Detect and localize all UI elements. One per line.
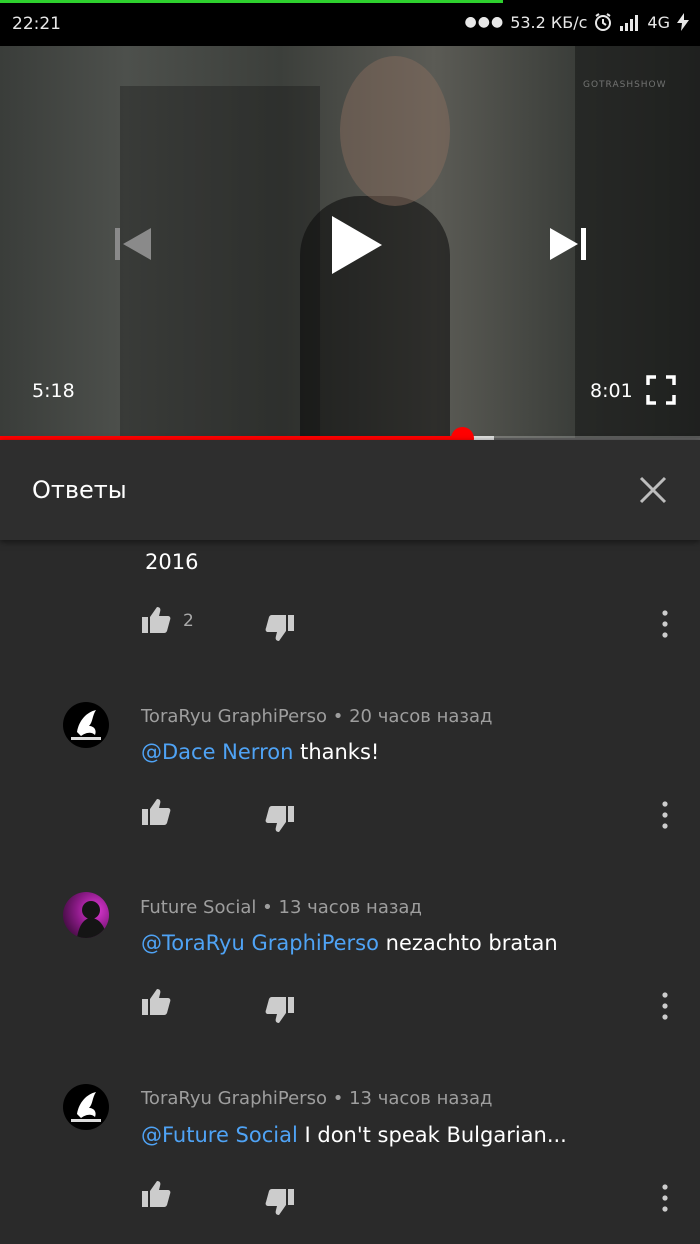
close-icon[interactable] bbox=[636, 473, 670, 507]
duration: 8:01 bbox=[590, 380, 633, 402]
hooded-figure-icon bbox=[77, 901, 107, 938]
more-options-icon[interactable] bbox=[660, 1183, 670, 1213]
like-icon[interactable] bbox=[140, 1178, 172, 1210]
comment-meta: ToraRyu GraphiPerso • 13 часов назад bbox=[141, 1088, 492, 1109]
comment-time: 13 часов назад bbox=[349, 1088, 493, 1109]
comment-text: 2016 bbox=[145, 550, 199, 574]
more-dots-icon: ●●● bbox=[464, 14, 505, 30]
like-icon[interactable] bbox=[140, 604, 172, 636]
status-icons: ●●● 53.2 КБ/с 4G bbox=[465, 12, 690, 32]
avatar[interactable] bbox=[63, 892, 109, 938]
comment-text: @ToraRyu GraphiPerso nezachto bratan bbox=[141, 931, 558, 955]
comment-body: nezachto bratan bbox=[378, 931, 558, 955]
more-options-icon[interactable] bbox=[660, 609, 670, 639]
comment-time: 20 часов назад bbox=[349, 706, 493, 727]
previous-icon[interactable] bbox=[113, 224, 153, 264]
like-count: 2 bbox=[183, 611, 194, 631]
more-options-icon[interactable] bbox=[660, 800, 670, 830]
dislike-icon[interactable] bbox=[264, 1186, 296, 1218]
meta-separator: • bbox=[262, 897, 273, 918]
comment-text: @Dace Nerron thanks! bbox=[141, 740, 379, 764]
replies-title: Ответы bbox=[32, 476, 127, 504]
play-icon[interactable] bbox=[328, 214, 384, 276]
status-time: 22:21 bbox=[12, 14, 61, 34]
meta-separator: • bbox=[332, 706, 344, 727]
video-player[interactable]: GOTRASHSHOW 5:18 8:01 bbox=[0, 46, 700, 438]
comment-body: thanks! bbox=[293, 740, 380, 764]
like-icon[interactable] bbox=[140, 986, 172, 1018]
current-time: 5:18 bbox=[32, 380, 75, 402]
video-frame-shape bbox=[340, 56, 450, 206]
next-icon[interactable] bbox=[548, 224, 588, 264]
more-options-icon[interactable] bbox=[660, 991, 670, 1021]
charging-icon bbox=[677, 13, 689, 31]
comment-time: 13 часов назад bbox=[278, 897, 422, 918]
video-watermark: GOTRASHSHOW bbox=[583, 80, 667, 90]
mention-link[interactable]: @Dace Nerron bbox=[141, 740, 293, 764]
mention-link[interactable]: @Future Social bbox=[141, 1123, 298, 1147]
mention-link[interactable]: @ToraRyu GraphiPerso bbox=[141, 931, 379, 955]
comment-author[interactable]: Future Social bbox=[140, 897, 256, 918]
alarm-icon bbox=[595, 13, 612, 31]
comment-author[interactable]: ToraRyu GraphiPerso bbox=[141, 1088, 327, 1109]
dislike-icon[interactable] bbox=[264, 612, 296, 644]
dragon-logo-icon bbox=[71, 1092, 101, 1122]
network-speed: 53.2 КБ/с bbox=[510, 12, 588, 32]
dislike-icon[interactable] bbox=[264, 803, 296, 835]
status-bar: 22:21 ●●● 53.2 КБ/с 4G bbox=[0, 0, 700, 46]
network-type: 4G bbox=[647, 12, 670, 32]
avatar[interactable] bbox=[63, 702, 109, 748]
page-loading-indicator bbox=[0, 0, 503, 3]
dragon-logo-icon bbox=[71, 710, 101, 740]
avatar[interactable] bbox=[63, 1084, 109, 1130]
comment-meta: Future Social • 13 часов назад bbox=[140, 897, 422, 918]
replies-header: Ответы bbox=[0, 440, 700, 540]
dislike-icon[interactable] bbox=[264, 994, 296, 1026]
fullscreen-icon[interactable] bbox=[646, 375, 676, 405]
comment-text: @Future Social I don't speak Bulgarian..… bbox=[141, 1123, 567, 1147]
comment-meta: ToraRyu GraphiPerso • 20 часов назад bbox=[141, 706, 492, 727]
comment-author[interactable]: ToraRyu GraphiPerso bbox=[141, 706, 327, 727]
replies-list[interactable]: 2016 2 ToraRyu GraphiPerso • 20 часов на… bbox=[0, 540, 700, 1244]
signal-icon bbox=[620, 15, 639, 31]
like-icon[interactable] bbox=[140, 796, 172, 828]
meta-separator: • bbox=[332, 1088, 344, 1109]
comment-body: I don't speak Bulgarian... bbox=[297, 1123, 567, 1147]
